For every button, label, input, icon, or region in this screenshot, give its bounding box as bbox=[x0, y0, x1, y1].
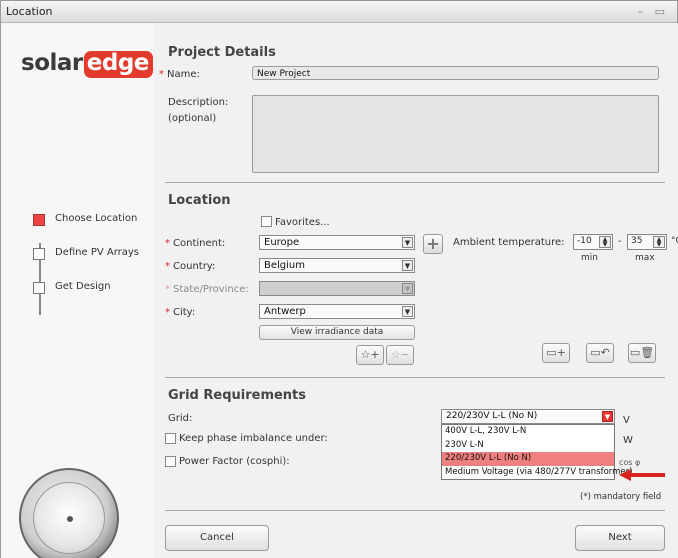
window-title: Location bbox=[6, 5, 53, 18]
compass-needle-icon bbox=[46, 495, 94, 543]
power-factor-label: Power Factor (cosphi): bbox=[179, 456, 290, 467]
cancel-button[interactable]: Cancel bbox=[165, 525, 269, 551]
red-arrow-icon bbox=[619, 469, 665, 481]
country-value: Belgium bbox=[264, 260, 305, 271]
step-label: Choose Location bbox=[55, 213, 138, 224]
grid-dropdown-list[interactable]: 400V L-L, 230V L-N 230V L-N 220/230V L-L… bbox=[441, 424, 632, 480]
country-select[interactable]: Belgium ▼ bbox=[259, 258, 415, 273]
temp-unit: °C bbox=[671, 236, 678, 246]
save-delete-icon[interactable]: ▭🗑 bbox=[628, 343, 656, 363]
grid-option[interactable]: 400V L-L, 230V L-N bbox=[442, 425, 614, 439]
temp-min-spinner[interactable]: -10 ▲ ▼ bbox=[573, 234, 613, 250]
add-location-button[interactable]: + bbox=[423, 234, 443, 254]
chevron-down-icon[interactable]: ▼ bbox=[402, 260, 413, 271]
save-add-icon[interactable]: ▭+ bbox=[542, 343, 570, 363]
chevron-down-icon[interactable]: ▼ bbox=[602, 411, 613, 422]
country-label: * Country: bbox=[165, 261, 216, 272]
continent-value: Europe bbox=[264, 237, 300, 248]
grid-select[interactable]: 220/230V L-L (No N) ▼ bbox=[441, 409, 615, 424]
description-textarea[interactable] bbox=[252, 95, 659, 173]
step-indicator bbox=[33, 248, 45, 260]
chevron-down-icon[interactable]: ▼ bbox=[402, 306, 413, 317]
view-irradiance-button[interactable]: View irradiance data bbox=[259, 325, 415, 340]
chevron-down-icon: ▼ bbox=[402, 283, 413, 294]
compass-face bbox=[33, 482, 105, 554]
name-label: * Name: bbox=[159, 69, 200, 80]
window-controls[interactable]: – ▭ bbox=[638, 5, 669, 18]
step-indicator bbox=[33, 282, 45, 294]
continent-select[interactable]: Europe ▼ bbox=[259, 235, 415, 250]
temp-max-value: 35 bbox=[631, 236, 643, 246]
step-label: Get Design bbox=[55, 281, 111, 292]
spinner-arrows-icon[interactable]: ▲ ▼ bbox=[599, 236, 611, 248]
logo-text-solar: solar bbox=[21, 50, 83, 76]
phase-imbalance-label: Keep phase imbalance under: bbox=[179, 433, 328, 444]
max-label: max bbox=[635, 253, 655, 263]
favorites-checkbox[interactable] bbox=[261, 216, 272, 227]
description-label: Description: bbox=[168, 97, 229, 108]
remove-favorite-star-icon[interactable]: ☆− bbox=[386, 345, 414, 365]
temp-max-spinner[interactable]: 35 ▲ ▼ bbox=[627, 234, 667, 250]
solaredge-logo: solar edge bbox=[21, 50, 153, 78]
compass-icon bbox=[19, 468, 119, 558]
location-title: Location bbox=[168, 193, 231, 208]
favorites-label: Favorites... bbox=[275, 217, 330, 228]
project-details-title: Project Details bbox=[168, 45, 276, 60]
location-window: Location – ▭ solar edge Choose Location D… bbox=[0, 0, 678, 558]
grid-unit: V bbox=[623, 415, 630, 426]
temp-range-dash: - bbox=[618, 236, 622, 247]
separator bbox=[165, 377, 665, 378]
ambient-temperature-label: Ambient temperature: bbox=[453, 237, 565, 248]
add-favorite-star-icon[interactable]: ☆+ bbox=[356, 345, 384, 365]
grid-label: Grid: bbox=[168, 413, 193, 424]
grid-option-selected[interactable]: 220/230V L-L (No N) bbox=[442, 452, 614, 466]
next-button[interactable]: Next bbox=[575, 525, 665, 551]
phase-imbalance-checkbox[interactable] bbox=[165, 433, 176, 444]
mandatory-note: (*) mandatory field bbox=[580, 492, 662, 502]
grid-option[interactable]: 230V L-N bbox=[442, 439, 614, 453]
pf-unit: cos φ bbox=[619, 458, 641, 467]
spinner-arrows-icon[interactable]: ▲ ▼ bbox=[653, 236, 665, 248]
description-optional-label: (optional) bbox=[168, 113, 217, 124]
title-bar: Location – ▭ bbox=[1, 1, 677, 23]
sidebar: solar edge Choose Location Define PV Arra… bbox=[1, 23, 153, 558]
save-undo-icon[interactable]: ▭↶ bbox=[586, 343, 614, 363]
grid-option[interactable]: Medium Voltage (via 480/277V transformer… bbox=[442, 466, 632, 480]
city-label: * City: bbox=[165, 307, 196, 318]
city-select[interactable]: Antwerp ▼ bbox=[259, 304, 415, 319]
state-select: ▼ bbox=[259, 281, 415, 296]
chevron-down-icon[interactable]: ▼ bbox=[402, 237, 413, 248]
grid-requirements-title: Grid Requirements bbox=[168, 388, 307, 403]
temp-min-value: -10 bbox=[577, 236, 592, 246]
imbalance-unit: W bbox=[623, 435, 633, 446]
step-indicator-active bbox=[33, 214, 45, 226]
power-factor-checkbox[interactable] bbox=[165, 456, 176, 467]
logo-text-edge: edge bbox=[83, 51, 153, 78]
project-name-input[interactable]: New Project bbox=[252, 66, 659, 80]
separator bbox=[165, 510, 665, 511]
grid-value: 220/230V L-L (No N) bbox=[446, 411, 538, 421]
step-label: Define PV Arrays bbox=[55, 247, 140, 258]
main-panel: Project Details * Name: New Project Descr… bbox=[153, 23, 678, 558]
separator bbox=[165, 182, 665, 183]
state-label: * State/Province: bbox=[165, 284, 249, 295]
continent-label: * Continent: bbox=[165, 238, 226, 249]
min-label: min bbox=[581, 253, 598, 263]
city-value: Antwerp bbox=[264, 306, 306, 317]
